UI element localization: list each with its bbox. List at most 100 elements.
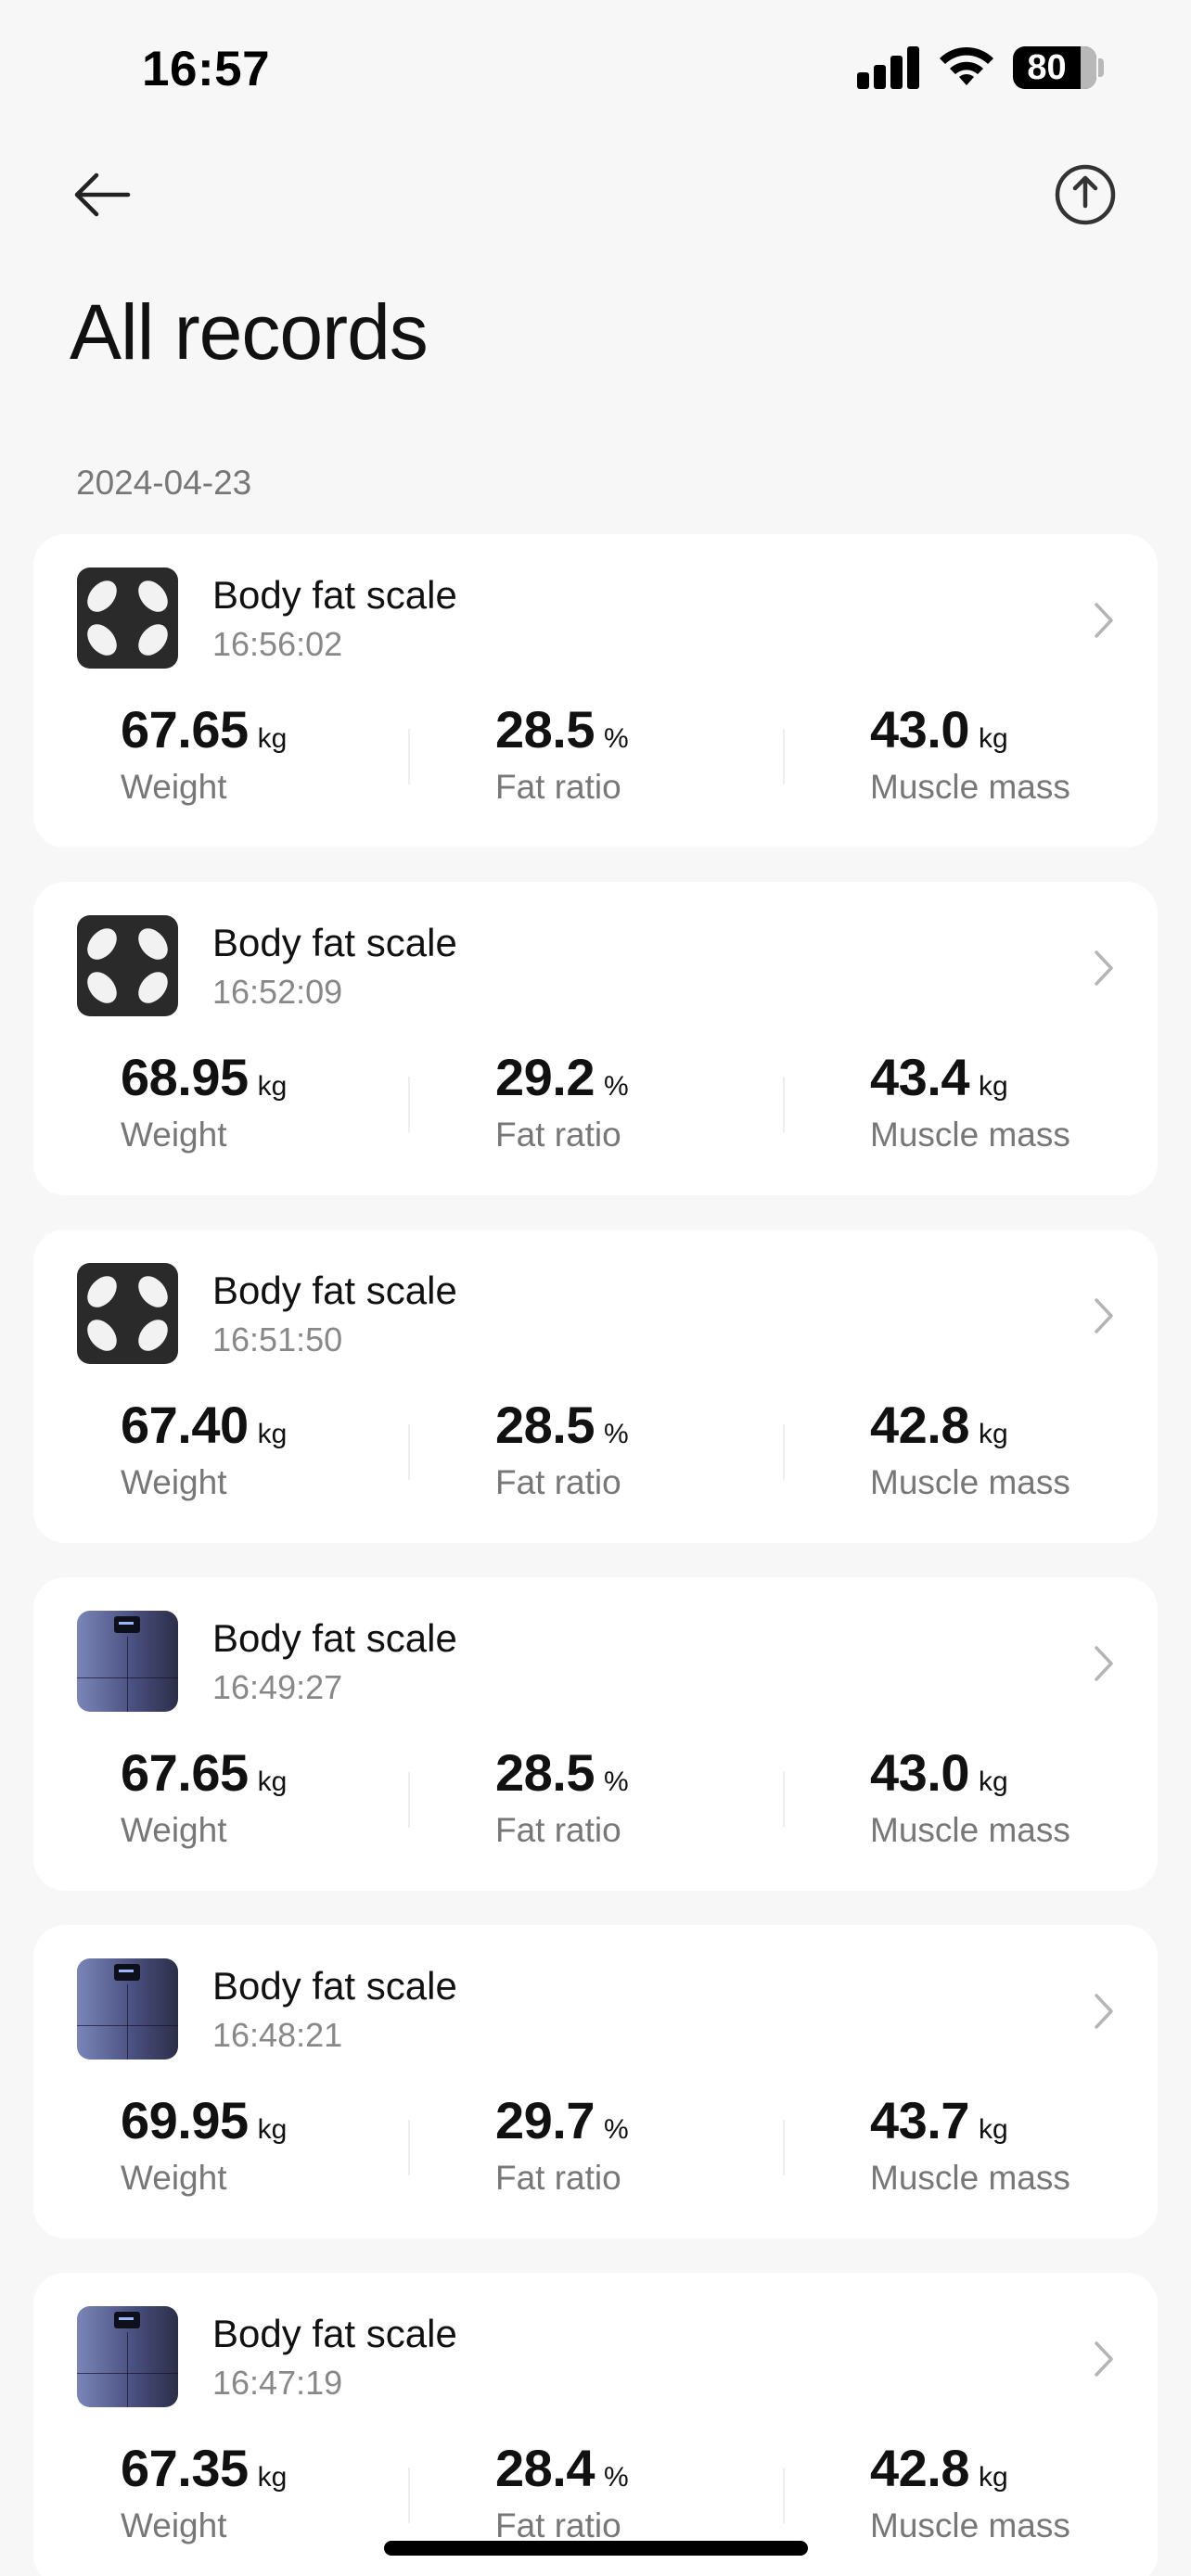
chevron-right-icon — [1095, 603, 1113, 638]
weight-unit: kg — [257, 723, 288, 754]
arrow-left-icon — [74, 172, 131, 217]
fat-ratio-label: Fat ratio — [495, 1463, 621, 1501]
muscle-mass-unit: kg — [979, 1419, 1008, 1449]
weight-metric: 67.35 kg Weight — [121, 2438, 455, 2545]
muscle-mass-value: 42.8 — [870, 1396, 970, 1454]
status-bar: 16:57 80 — [0, 0, 1191, 139]
fat-ratio-unit: % — [604, 723, 629, 754]
weight-metric: 67.65 kg Weight — [121, 1742, 455, 1850]
battery-cap — [1098, 58, 1104, 77]
share-button[interactable] — [1039, 148, 1132, 241]
chevron-right-icon — [1095, 1646, 1113, 1681]
record-card[interactable]: Body fat scale 16:47:19 67.35 kg Weight 2… — [33, 2273, 1158, 2576]
chevron-right-icon — [1095, 1994, 1113, 2029]
divider — [408, 1077, 410, 1132]
fat-ratio-label: Fat ratio — [495, 1116, 621, 1154]
weight-label: Weight — [121, 768, 227, 806]
fat-ratio-value: 29.2 — [495, 1048, 596, 1106]
weight-metric: 69.95 kg Weight — [121, 2090, 455, 2198]
muscle-mass-metric: 43.0 kg Muscle mass — [870, 699, 1191, 807]
weight-value: 67.35 — [121, 2439, 249, 2497]
record-time: 16:51:50 — [212, 1320, 343, 1358]
fat-ratio-metric: 29.2% Fat ratio — [495, 1047, 829, 1154]
battery-level: 80 — [1027, 48, 1067, 87]
weight-value: 67.65 — [121, 1743, 249, 1802]
fat-ratio-unit: % — [604, 1071, 629, 1102]
muscle-mass-metric: 42.8 kg Muscle mass — [870, 1395, 1191, 1502]
muscle-mass-unit: kg — [979, 2462, 1008, 2493]
muscle-mass-metric: 42.8 kg Muscle mass — [870, 2438, 1191, 2545]
chevron-right-icon — [1095, 950, 1113, 986]
muscle-mass-unit: kg — [979, 1071, 1008, 1102]
chevron-right-icon — [1095, 1298, 1113, 1333]
weight-metric: 67.65 kg Weight — [121, 699, 455, 807]
weight-metric: 68.95 kg Weight — [121, 1047, 455, 1154]
record-card[interactable]: Body fat scale 16:49:27 67.65 kg Weight 2… — [33, 1577, 1158, 1891]
chevron-right-icon — [1095, 2341, 1113, 2377]
device-name: Body fat scale — [212, 1616, 457, 1660]
fat-ratio-value: 28.5 — [495, 1396, 596, 1454]
device-name: Body fat scale — [212, 1964, 457, 2008]
record-card[interactable]: Body fat scale 16:56:02 67.65 kg Weight 2… — [33, 534, 1158, 848]
weight-value: 69.95 — [121, 2091, 249, 2149]
weight-unit: kg — [257, 1766, 288, 1797]
records-list: Body fat scale 16:56:02 67.65 kg Weight 2… — [33, 534, 1158, 2576]
weight-unit: kg — [257, 2462, 288, 2493]
muscle-mass-label: Muscle mass — [870, 1463, 1070, 1501]
divider — [783, 1772, 785, 1828]
record-time: 16:49:27 — [212, 1668, 343, 1706]
divider — [783, 1077, 785, 1132]
fat-ratio-metric: 29.7% Fat ratio — [495, 2090, 829, 2198]
muscle-mass-unit: kg — [979, 1766, 1008, 1797]
divider — [783, 1424, 785, 1480]
muscle-mass-metric: 43.4 kg Muscle mass — [870, 1047, 1191, 1154]
muscle-mass-label: Muscle mass — [870, 768, 1070, 806]
home-indicator[interactable] — [384, 2541, 808, 2556]
device-name: Body fat scale — [212, 2312, 457, 2355]
divider — [783, 2468, 785, 2523]
fat-ratio-metric: 28.5% Fat ratio — [495, 1395, 829, 1502]
cellular-signal-icon — [857, 46, 920, 89]
record-card[interactable]: Body fat scale 16:48:21 69.95 kg Weight 2… — [33, 1925, 1158, 2238]
record-card[interactable]: Body fat scale 16:52:09 68.95 kg Weight 2… — [33, 882, 1158, 1195]
device-name: Body fat scale — [212, 573, 457, 617]
divider — [408, 2468, 410, 2523]
fat-ratio-metric: 28.5% Fat ratio — [495, 699, 829, 807]
weight-label: Weight — [121, 1811, 227, 1849]
muscle-mass-value: 43.0 — [870, 1743, 970, 1802]
muscle-mass-label: Muscle mass — [870, 1811, 1070, 1849]
fat-ratio-value: 28.5 — [495, 700, 596, 759]
fat-ratio-label: Fat ratio — [495, 2506, 621, 2544]
screen: 16:57 80 All records 2024-04-23 Body fat… — [0, 0, 1191, 2576]
fat-ratio-unit: % — [604, 1419, 629, 1449]
muscle-mass-value: 43.0 — [870, 700, 970, 759]
weight-unit: kg — [257, 1419, 288, 1449]
scale-blue-icon — [77, 1958, 178, 2060]
muscle-mass-metric: 43.0 kg Muscle mass — [870, 1742, 1191, 1850]
record-time: 16:52:09 — [212, 973, 343, 1011]
muscle-mass-unit: kg — [979, 2114, 1008, 2145]
share-upload-icon — [1055, 164, 1116, 225]
weight-value: 67.40 — [121, 1396, 249, 1454]
divider — [783, 729, 785, 784]
device-name: Body fat scale — [212, 921, 457, 964]
muscle-mass-metric: 43.7 kg Muscle mass — [870, 2090, 1191, 2198]
record-card[interactable]: Body fat scale 16:51:50 67.40 kg Weight 2… — [33, 1230, 1158, 1543]
divider — [408, 2120, 410, 2175]
weight-unit: kg — [257, 2114, 288, 2145]
scale-dark-icon — [77, 1263, 178, 1364]
weight-label: Weight — [121, 1463, 227, 1501]
muscle-mass-value: 42.8 — [870, 2439, 970, 2497]
fat-ratio-value: 28.5 — [495, 1743, 596, 1802]
weight-unit: kg — [257, 1071, 288, 1102]
status-time: 16:57 — [142, 42, 271, 96]
muscle-mass-label: Muscle mass — [870, 1116, 1070, 1154]
back-button[interactable] — [56, 148, 148, 241]
scale-blue-icon — [77, 1611, 178, 1712]
weight-label: Weight — [121, 2159, 227, 2197]
device-name: Body fat scale — [212, 1269, 457, 1312]
weight-value: 68.95 — [121, 1048, 249, 1106]
scale-dark-icon — [77, 567, 178, 669]
scale-blue-icon — [77, 2306, 178, 2407]
scale-dark-icon — [77, 915, 178, 1016]
